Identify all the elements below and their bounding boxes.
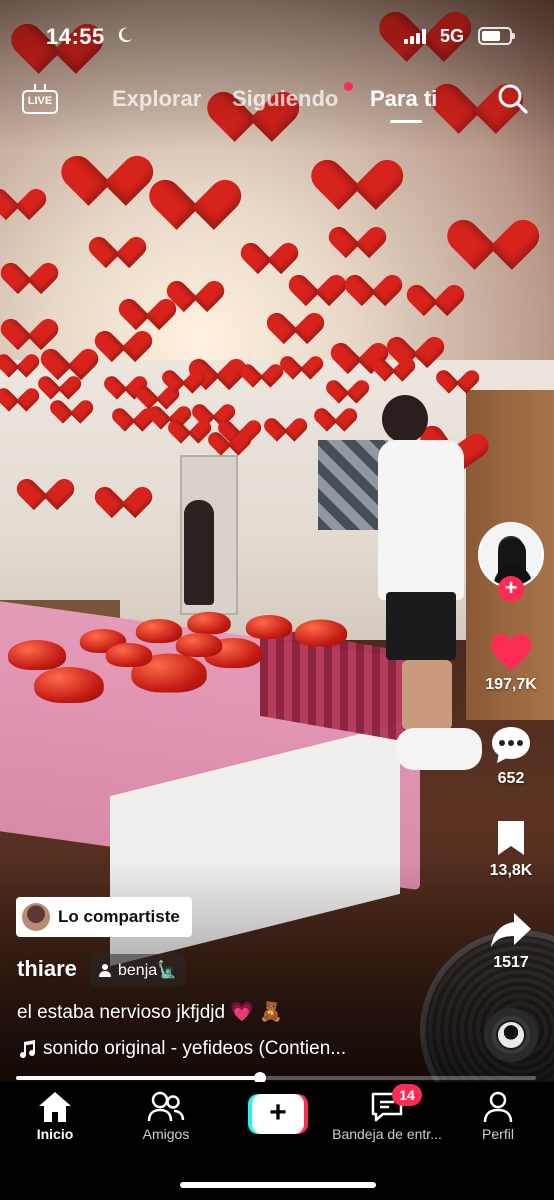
tab-explorar[interactable]: Explorar — [112, 86, 201, 112]
sound-title: sonido original - yefideos (Contien... — [43, 1038, 347, 1059]
music-note-icon — [20, 1040, 36, 1059]
live-icon[interactable]: LIVE — [22, 84, 60, 116]
nav-profile[interactable]: Perfil — [443, 1090, 553, 1142]
tagged-user-chip[interactable]: benja🗽 — [90, 954, 186, 986]
home-icon — [39, 1092, 71, 1122]
share-count: 1517 — [493, 954, 529, 971]
sound-link[interactable]: sonido original - yefideos (Contien... — [17, 1038, 346, 1060]
home-indicator[interactable] — [180, 1182, 376, 1188]
heart-icon — [491, 634, 531, 670]
person-legs — [402, 660, 452, 730]
sound-cover-avatar — [498, 1022, 524, 1048]
share-button[interactable]: 1517 — [478, 910, 544, 972]
music-disc[interactable] — [484, 1008, 538, 1062]
comment-button[interactable]: 652 — [478, 724, 544, 788]
creator-username[interactable]: thiare — [17, 956, 77, 982]
person-icon — [99, 964, 111, 977]
nav-friends[interactable]: Amigos — [111, 1090, 221, 1142]
shared-label: Lo compartiste — [58, 907, 180, 926]
shared-chip[interactable]: Lo compartiste — [16, 897, 192, 937]
top-feed-nav: LIVE Explorar Siguiendo Para ti — [0, 76, 554, 126]
battery-icon — [478, 27, 515, 45]
video-progress-bar[interactable] — [16, 1072, 536, 1084]
active-tab-indicator — [390, 120, 422, 123]
progress-played — [16, 1076, 261, 1080]
create-button[interactable]: + — [248, 1094, 308, 1134]
comment-icon — [492, 727, 530, 763]
follow-button[interactable]: + — [498, 576, 524, 602]
like-button[interactable]: 197,7K — [478, 632, 544, 694]
tagged-username: benja🗽 — [118, 962, 178, 979]
nav-home[interactable]: Inicio — [0, 1090, 110, 1142]
share-arrow-icon — [491, 913, 531, 947]
clock: 14:55 — [46, 24, 105, 49]
network-type: 5G — [440, 26, 465, 46]
nav-inbox[interactable]: 14 Bandeja de entr... — [332, 1084, 442, 1142]
comment-count: 652 — [497, 770, 525, 787]
bookmark-icon — [498, 821, 524, 855]
moon-icon — [118, 27, 133, 43]
person-shirt — [378, 440, 464, 600]
person-shoes — [396, 728, 482, 770]
post-caption[interactable]: el estaba nervioso jkfjdjd 💗 🧸 — [17, 1000, 283, 1024]
signal-icon — [404, 28, 428, 44]
plus-icon: + — [252, 1094, 304, 1134]
search-icon[interactable] — [496, 82, 530, 116]
save-count: 13,8K — [489, 862, 533, 879]
status-bar: 14:55 5G — [0, 0, 554, 72]
nav-inbox-label: Bandeja de entr... — [332, 1126, 442, 1142]
nav-friends-label: Amigos — [142, 1126, 190, 1142]
live-label: LIVE — [22, 90, 58, 114]
friends-icon — [147, 1091, 185, 1122]
person-shorts — [386, 592, 456, 660]
inbox-badge: 14 — [392, 1084, 422, 1106]
save-button[interactable]: 13,8K — [478, 818, 544, 880]
nav-profile-label: Perfil — [482, 1126, 514, 1142]
person-in-doorway — [184, 500, 214, 605]
tab-para-ti[interactable]: Para ti — [370, 86, 437, 112]
battery-level — [482, 31, 501, 41]
person-head — [382, 395, 428, 443]
profile-icon — [483, 1091, 513, 1123]
like-count: 197,7K — [485, 676, 537, 693]
sharer-avatar — [22, 903, 50, 931]
tab-siguiendo[interactable]: Siguiendo — [232, 86, 338, 112]
nav-home-label: Inicio — [36, 1126, 74, 1142]
new-content-dot — [344, 82, 353, 91]
